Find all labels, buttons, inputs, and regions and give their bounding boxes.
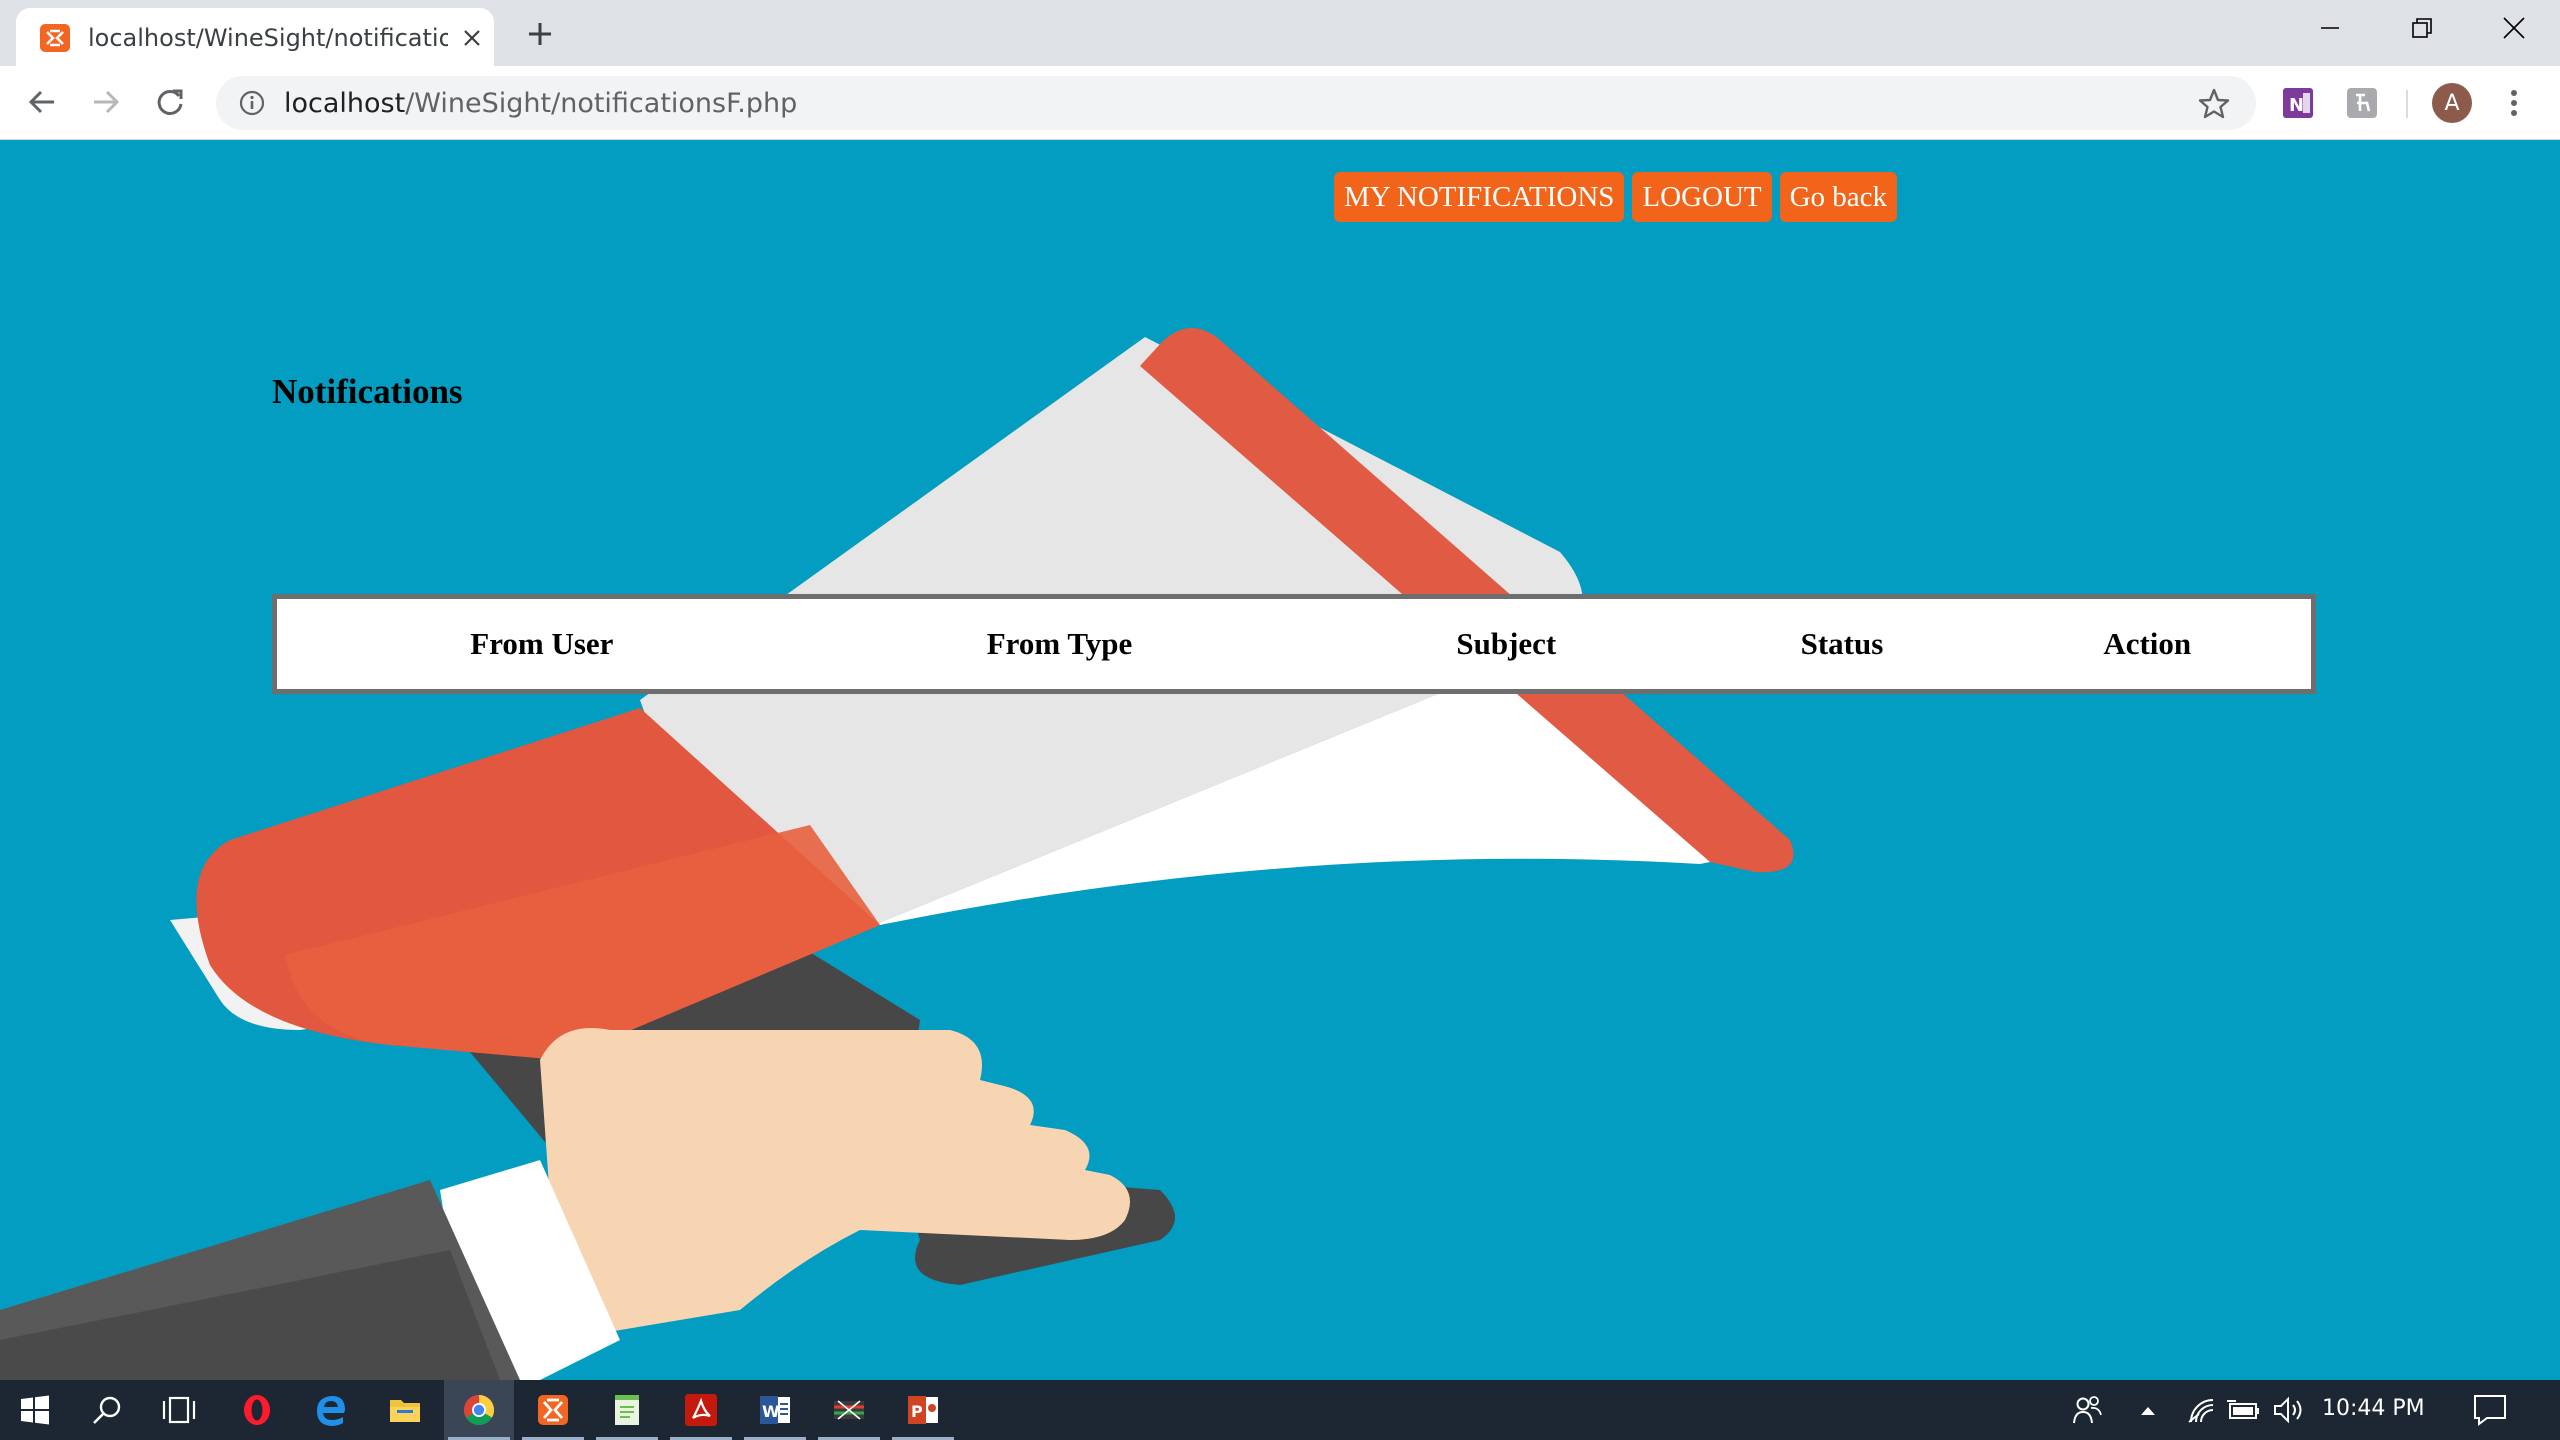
- url-host: localhost: [284, 88, 406, 119]
- close-tab-icon[interactable]: [456, 22, 488, 54]
- my-notifications-button[interactable]: MY NOTIFICATIONS: [1334, 172, 1625, 222]
- wifi-icon[interactable]: [2184, 1380, 2220, 1440]
- task-view-icon[interactable]: [144, 1380, 214, 1440]
- battery-icon[interactable]: [2224, 1380, 2264, 1440]
- restore-icon[interactable]: [2392, 6, 2452, 50]
- edge-icon[interactable]: [296, 1380, 366, 1440]
- page-viewport: MY NOTIFICATIONS LOGOUT Go back Notifica…: [0, 140, 2560, 1380]
- column-header-action: Action: [2103, 626, 2192, 661]
- profile-avatar[interactable]: A: [2432, 83, 2472, 123]
- chrome-icon[interactable]: [444, 1380, 514, 1440]
- powerpoint-icon[interactable]: P: [888, 1380, 958, 1440]
- extension-icon[interactable]: [2342, 83, 2382, 123]
- column-header-from-user: From User: [470, 626, 614, 661]
- browser-tab[interactable]: localhost/WineSight/notificationsF.php: [16, 8, 494, 66]
- app-icon[interactable]: [814, 1380, 884, 1440]
- svg-text:N: N: [2289, 95, 2304, 116]
- column-header-from-type: From Type: [986, 626, 1133, 661]
- toolbar-divider: [2406, 90, 2408, 118]
- svg-text:P: P: [911, 1402, 923, 1421]
- megaphone-illustration: [0, 327, 1794, 1380]
- forward-icon[interactable]: [84, 80, 128, 124]
- browser-toolbar: localhost/WineSight/notificationsF.php N…: [0, 66, 2560, 140]
- new-tab-icon[interactable]: [520, 16, 560, 52]
- windows-taskbar: W P 10:44 PM: [0, 1380, 2560, 1440]
- tab-title: localhost/WineSight/notificationsF.php: [88, 24, 448, 52]
- minimize-icon[interactable]: [2300, 6, 2360, 50]
- reload-icon[interactable]: [148, 80, 192, 124]
- notepad-icon[interactable]: [592, 1380, 662, 1440]
- acrobat-icon[interactable]: [666, 1380, 736, 1440]
- logout-button[interactable]: LOGOUT: [1632, 172, 1772, 222]
- table-header-row: From User From Type Subject Status Actio…: [279, 601, 2309, 687]
- url-path: /WineSight/notificationsF.php: [405, 88, 798, 119]
- search-icon[interactable]: [72, 1380, 142, 1440]
- file-explorer-icon[interactable]: [370, 1380, 440, 1440]
- top-nav: MY NOTIFICATIONS LOGOUT Go back: [1334, 172, 1898, 222]
- back-icon[interactable]: [20, 80, 64, 124]
- address-bar[interactable]: localhost/WineSight/notificationsF.php: [216, 76, 2256, 130]
- xampp-icon: [40, 24, 70, 52]
- start-icon[interactable]: [0, 1380, 70, 1440]
- url-text[interactable]: localhost/WineSight/notificationsF.php: [284, 88, 797, 119]
- close-window-icon[interactable]: [2484, 6, 2544, 50]
- word-icon[interactable]: W: [740, 1380, 810, 1440]
- people-icon[interactable]: [2066, 1380, 2110, 1440]
- svg-text:W: W: [762, 1402, 780, 1421]
- browser-tab-strip: localhost/WineSight/notificationsF.php: [0, 0, 2560, 66]
- go-back-button[interactable]: Go back: [1779, 172, 1898, 222]
- volume-icon[interactable]: [2270, 1380, 2310, 1440]
- page-title: Notifications: [272, 372, 463, 411]
- notifications-table: From User From Type Subject Status Actio…: [272, 594, 2316, 694]
- column-header-status: Status: [1800, 626, 1884, 661]
- bookmark-star-icon[interactable]: [2196, 86, 2232, 122]
- opera-icon[interactable]: [222, 1380, 292, 1440]
- taskbar-clock[interactable]: 10:44 PM: [2322, 1396, 2425, 1421]
- xampp-icon[interactable]: [518, 1380, 588, 1440]
- onenote-icon[interactable]: N: [2278, 83, 2318, 123]
- menu-icon[interactable]: [2494, 83, 2534, 123]
- column-header-subject: Subject: [1456, 626, 1557, 661]
- info-icon[interactable]: [238, 89, 266, 117]
- chevron-up-icon[interactable]: [2130, 1380, 2166, 1440]
- notifications-icon[interactable]: [2460, 1380, 2520, 1440]
